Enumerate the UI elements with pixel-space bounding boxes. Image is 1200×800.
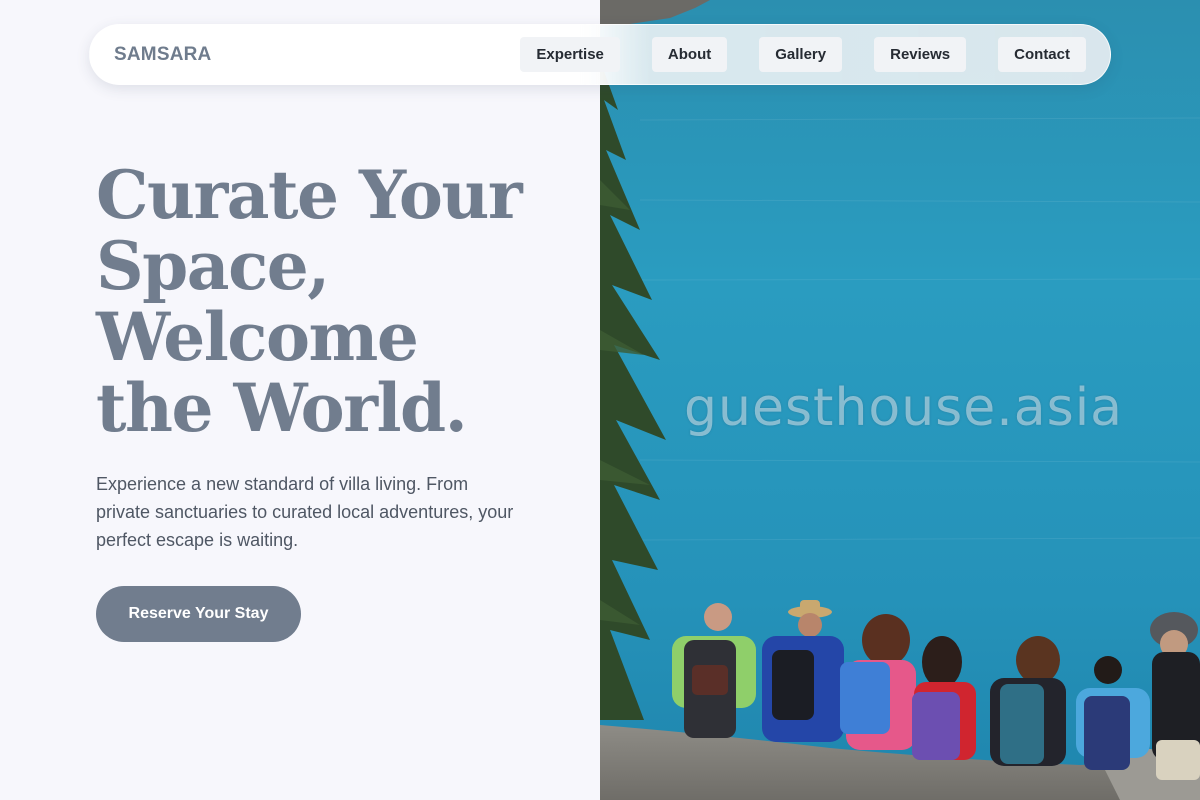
nav-links: Expertise About Gallery Reviews Contact — [520, 37, 1086, 72]
hero-headline: Curate Your Space, Welcome the World. — [96, 160, 576, 444]
nav-link-gallery[interactable]: Gallery — [759, 37, 843, 72]
headline-line-4: the World. — [96, 369, 468, 447]
headline-line-3: Welcome — [96, 298, 419, 376]
top-navbar: SAMSARA Expertise About Gallery Reviews … — [89, 24, 1111, 85]
brand-logo[interactable]: SAMSARA — [114, 44, 211, 66]
headline-line-2: Space, — [96, 227, 330, 305]
hero-subtext: Experience a new standard of villa livin… — [96, 474, 514, 550]
watermark-text: guesthouse.asia — [684, 378, 1124, 438]
nav-link-about[interactable]: About — [651, 37, 728, 72]
nav-link-contact[interactable]: Contact — [998, 37, 1086, 72]
reserve-stay-button[interactable]: Reserve Your Stay — [96, 586, 301, 642]
hero-photo: guesthouse.asia — [600, 0, 1200, 800]
nav-link-reviews[interactable]: Reviews — [874, 37, 967, 72]
headline-line-1: Curate Your — [96, 156, 523, 234]
nav-link-expertise[interactable]: Expertise — [520, 37, 620, 72]
